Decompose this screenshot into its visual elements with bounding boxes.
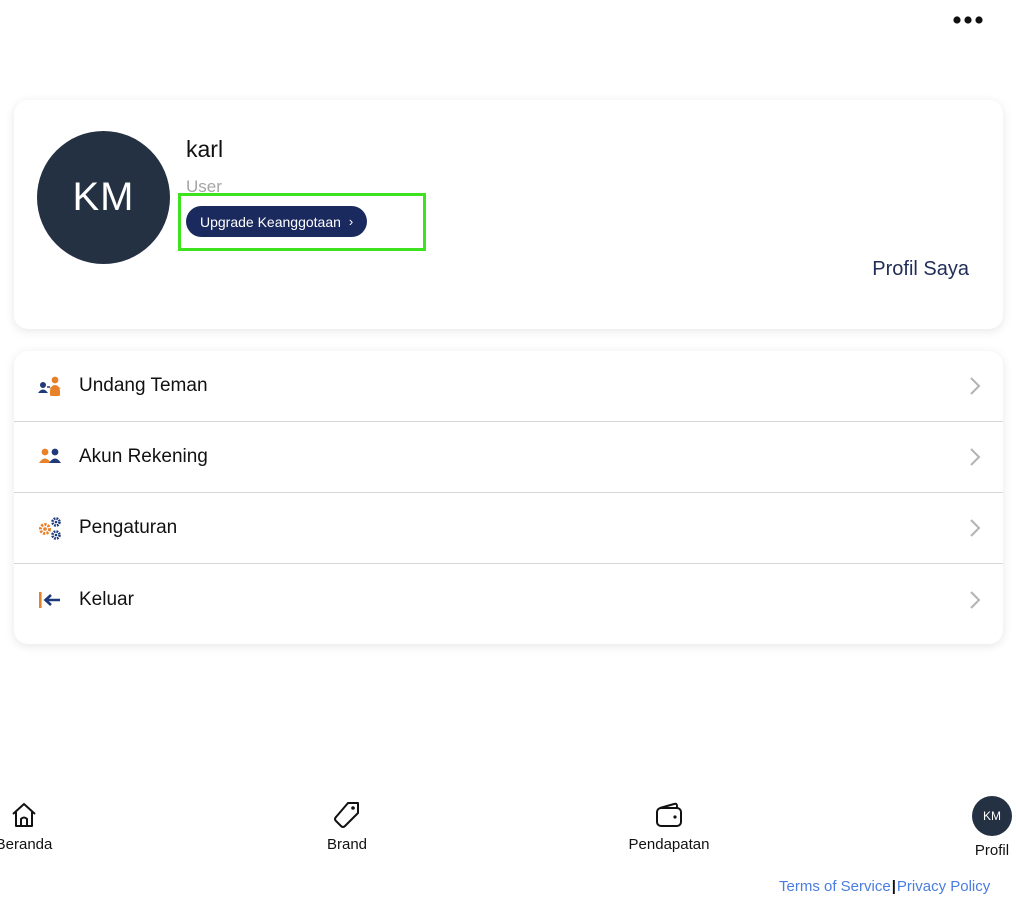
nav-label: Brand — [326, 836, 368, 853]
menu-card: Undang Teman Akun Rekening Pengaturan Ke… — [14, 351, 1003, 644]
more-horizontal-icon — [953, 16, 983, 24]
menu-item-label: Pengaturan — [79, 517, 178, 538]
menu-item-label: Akun Rekening — [79, 446, 208, 467]
chevron-right-icon — [970, 377, 981, 395]
my-profile-link[interactable]: Profil Saya — [872, 258, 969, 281]
upgrade-membership-label: Upgrade Keanggotaan — [200, 213, 341, 230]
footer-links: Terms of Service | Privacy Policy — [779, 878, 990, 895]
nav-item-beranda[interactable]: Beranda — [0, 800, 64, 853]
avatar: KM — [37, 131, 170, 264]
menu-item-settings[interactable]: Pengaturan — [14, 493, 1003, 564]
privacy-policy-link[interactable]: Privacy Policy — [897, 878, 990, 895]
menu-item-logout[interactable]: Keluar — [14, 564, 1003, 635]
profile-card: KM karl User Upgrade Keanggotaan › Profi… — [14, 100, 1003, 329]
settings-icon — [36, 514, 64, 542]
chevron-right-icon: › — [348, 214, 354, 229]
nav-item-profil[interactable]: KM Profil — [962, 796, 1016, 859]
invite-friends-icon — [36, 372, 64, 400]
footer-separator: | — [891, 878, 896, 895]
profile-name: karl — [186, 136, 224, 162]
nav-label: Pendapatan — [628, 836, 710, 853]
nav-item-pendapatan[interactable]: Pendapatan — [610, 800, 728, 853]
logout-icon — [36, 586, 64, 614]
menu-item-label: Undang Teman — [79, 375, 208, 396]
bottom-navigation: Beranda Brand Pendapatan KM Profil — [0, 790, 1016, 870]
home-icon — [12, 803, 36, 827]
menu-item-invite-friends[interactable]: Undang Teman — [14, 351, 1003, 422]
wallet-icon — [656, 802, 682, 827]
menu-item-bank-account[interactable]: Akun Rekening — [14, 422, 1003, 493]
upgrade-membership-button[interactable]: Upgrade Keanggotaan › — [186, 206, 368, 237]
bank-account-icon — [36, 443, 64, 471]
terms-of-service-link[interactable]: Terms of Service — [779, 878, 891, 895]
avatar: KM — [972, 796, 1012, 836]
nav-label: Beranda — [0, 836, 53, 853]
nav-label: Profil — [974, 842, 1010, 859]
more-options-button[interactable] — [946, 6, 990, 34]
chevron-right-icon — [970, 519, 981, 537]
menu-item-label: Keluar — [79, 588, 134, 610]
chevron-right-icon — [970, 448, 981, 466]
nav-item-brand[interactable]: Brand — [307, 800, 387, 853]
chevron-right-icon — [970, 590, 981, 609]
tag-icon — [334, 802, 359, 828]
